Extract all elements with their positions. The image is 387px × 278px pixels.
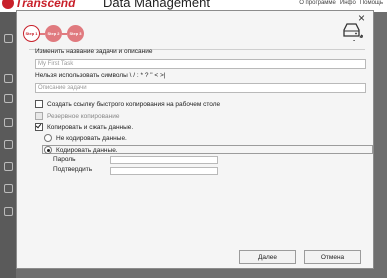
checkbox-box[interactable]	[35, 112, 43, 120]
task-name-input[interactable]: My First Task	[35, 59, 366, 69]
step-3: Step 3	[67, 25, 84, 42]
app-title: Data Management	[103, 0, 210, 10]
brand-name: Transcend	[15, 0, 76, 10]
header-link-info[interactable]: Инфо	[340, 0, 356, 6]
step-indicator: Step 1 Step 2 Step 3	[23, 25, 84, 42]
password-field[interactable]	[110, 156, 218, 164]
step-2: Step 2	[45, 25, 62, 42]
checkbox-box[interactable]	[35, 123, 43, 131]
task-description-input[interactable]: Описание задачи	[35, 83, 366, 93]
header-link-help[interactable]: Помощь	[360, 0, 383, 6]
confirm-password-field[interactable]	[110, 167, 218, 175]
next-button[interactable]: Далее	[239, 250, 296, 264]
password-label: Пароль	[53, 156, 76, 163]
no-encrypt-radio[interactable]: Не кодировать данные.	[44, 134, 127, 142]
checkbox-label: Создать ссылку быстрого копирования на р…	[47, 100, 221, 108]
sidebar-icon[interactable]	[4, 140, 13, 149]
checkbox-label: Резервное копирование	[47, 112, 120, 120]
sidebar-icon[interactable]	[4, 184, 13, 193]
header-links: О программе Инфо Помощь	[299, 0, 383, 6]
step-1: Step 1	[23, 25, 40, 42]
sidebar-icon[interactable]	[4, 118, 13, 127]
app-sidebar	[0, 12, 16, 278]
sidebar-icon[interactable]	[4, 162, 13, 171]
invalid-chars-hint: Нельзя использовать символы \ / : * ? " …	[35, 72, 166, 79]
transcend-logo-icon	[2, 0, 14, 9]
sidebar-icon[interactable]	[4, 74, 13, 83]
desktop-shortcut-checkbox[interactable]: Создать ссылку быстрого копирования на р…	[35, 100, 220, 108]
cancel-button[interactable]: Отмена	[304, 250, 361, 264]
confirm-password-label: Подтвердить	[53, 166, 93, 173]
header-link-about[interactable]: О программе	[299, 0, 336, 6]
hdd-backup-icon	[343, 23, 363, 41]
checkbox-label: Копировать и сжать данные.	[47, 123, 134, 131]
task-wizard-dialog: × Step 1 Step 2 Step 3 Изменить название…	[16, 10, 374, 269]
task-name-label: Изменить название задачи и описание	[35, 48, 153, 55]
sidebar-icon[interactable]	[4, 34, 13, 43]
sidebar-icon[interactable]	[4, 207, 13, 216]
backup-checkbox[interactable]: Резервное копирование	[35, 112, 119, 120]
radio-button[interactable]	[44, 134, 52, 142]
radio-label: Кодировать данные.	[56, 146, 118, 154]
compress-checkbox[interactable]: Копировать и сжать данные.	[35, 123, 133, 131]
encrypt-radio[interactable]: Кодировать данные.	[44, 146, 118, 154]
app-logo: Transcend	[0, 0, 75, 10]
radio-button[interactable]	[44, 146, 52, 154]
checkbox-box[interactable]	[35, 100, 43, 108]
radio-label: Не кодировать данные.	[56, 134, 127, 142]
sidebar-icon[interactable]	[4, 94, 13, 103]
